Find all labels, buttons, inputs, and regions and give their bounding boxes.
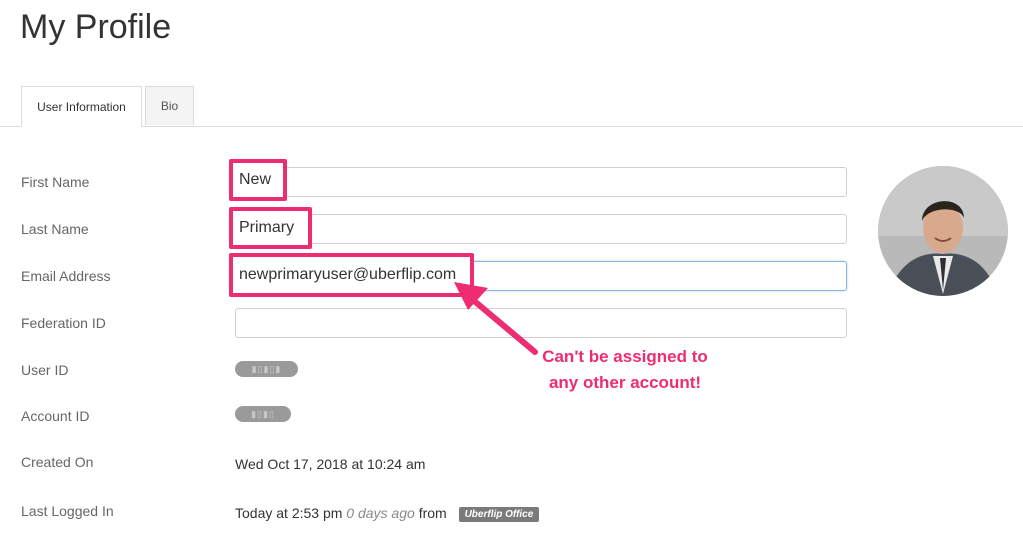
last-name-label: Last Name — [21, 221, 89, 237]
user-avatar-icon — [878, 166, 1008, 296]
created-on-value: Wed Oct 17, 2018 at 10:24 am — [235, 456, 426, 472]
last-logged-in-from: from — [418, 505, 447, 521]
email-label: Email Address — [21, 268, 111, 284]
annotation-callout: Can't be assigned to any other account! — [520, 344, 730, 396]
last-logged-in-value: Today at 2:53 pm 0 days ago from Uberfli… — [235, 505, 540, 522]
profile-tabs: User Information Bio — [0, 86, 1023, 127]
last-name-field[interactable] — [235, 214, 847, 244]
last-logged-in-ago: 0 days ago — [346, 505, 415, 521]
annotation-line-1: Can't be assigned to — [542, 347, 708, 366]
first-name-highlight: New — [229, 159, 287, 201]
created-on-label: Created On — [21, 454, 94, 470]
location-badge: Uberflip Office — [458, 506, 540, 522]
last-name-highlight: Primary — [229, 207, 312, 249]
annotation-line-2: any other account! — [548, 373, 702, 392]
tab-user-information[interactable]: User Information — [21, 86, 142, 127]
page-title: My Profile — [20, 8, 172, 46]
email-highlight: newprimaryuser@uberflip.com — [229, 253, 474, 297]
avatar — [878, 166, 1008, 296]
account-id-label: Account ID — [21, 408, 90, 424]
tab-bio[interactable]: Bio — [145, 86, 194, 125]
federation-id-label: Federation ID — [21, 315, 106, 331]
account-id-value-redacted: ▮▯▮▯ — [235, 406, 291, 422]
first-name-label: First Name — [21, 174, 90, 190]
last-logged-in-label: Last Logged In — [21, 503, 114, 519]
last-logged-in-time: Today at 2:53 pm — [235, 505, 343, 521]
user-id-value-redacted: ▮▯▮▯▮ — [235, 361, 298, 377]
first-name-field[interactable] — [235, 167, 847, 197]
user-id-label: User ID — [21, 362, 69, 378]
